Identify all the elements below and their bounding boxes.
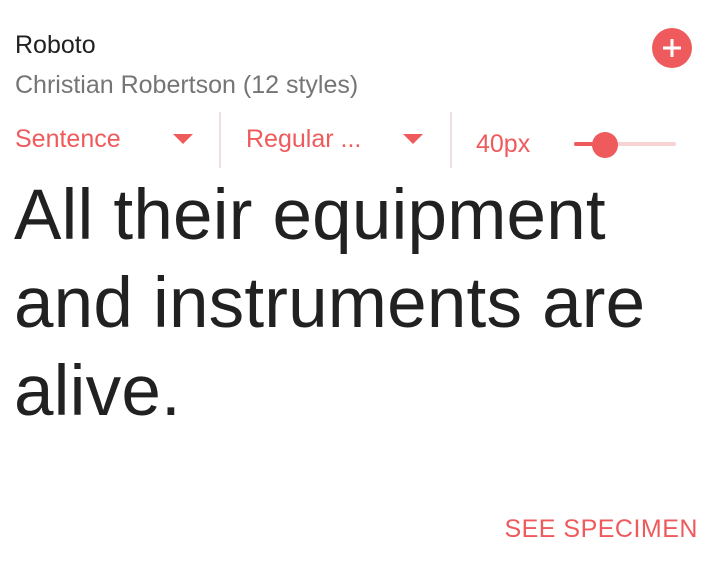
font-style-selected: Regular ...: [246, 125, 362, 153]
see-specimen-link[interactable]: SEE SPECIMEN: [504, 512, 698, 546]
text-case-selected: Sentence: [15, 125, 121, 153]
font-size-label: 40px: [476, 130, 531, 158]
font-family-name[interactable]: Roboto: [15, 28, 96, 62]
text-case-dropdown[interactable]: Sentence: [15, 112, 200, 168]
font-designer-styles: Christian Robertson (12 styles): [15, 71, 359, 99]
add-font-button[interactable]: [652, 28, 692, 68]
slider-thumb[interactable]: [592, 132, 618, 158]
plus-icon: [663, 39, 681, 57]
font-size-slider[interactable]: [574, 132, 678, 158]
font-style-dropdown[interactable]: Regular ...: [246, 112, 431, 168]
chevron-down-icon: [173, 134, 193, 144]
divider: [219, 112, 221, 168]
font-card: Roboto Christian Robertson (12 styles) S…: [0, 0, 712, 572]
preview-controls: Sentence Regular ... 40px: [0, 112, 712, 168]
chevron-down-icon: [403, 134, 423, 144]
divider: [450, 112, 452, 168]
sample-text-preview[interactable]: All their equipment and instruments are …: [14, 172, 704, 436]
